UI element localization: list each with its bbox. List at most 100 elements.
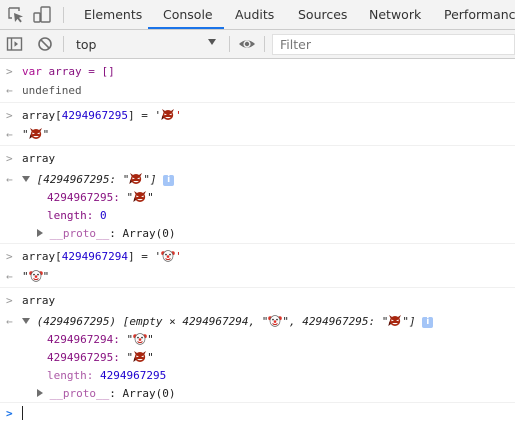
code-number: 4294967295: [61, 109, 128, 122]
clown-emoji-icon: [161, 249, 175, 262]
filter-field[interactable]: [272, 34, 515, 55]
console-entry: > array ← (4294967295) [empty × 42949672…: [0, 287, 515, 402]
quote-mark: ": [126, 333, 134, 346]
execution-context-select[interactable]: top: [66, 30, 226, 58]
code-text[interactable]: array[4294967295] = ' ': [22, 107, 182, 125]
tab-elements[interactable]: Elements: [84, 0, 142, 29]
property-key: 4294967294:: [47, 333, 120, 346]
property-key: 4294967295:: [47, 191, 120, 204]
console-prompt[interactable]: >: [0, 402, 515, 424]
tab-performance[interactable]: Performance: [444, 0, 515, 29]
summary-part: "]: [143, 173, 157, 186]
code-part: ] = ': [127, 250, 162, 263]
property-value: : Array(0): [109, 227, 176, 240]
text-caret: [22, 406, 23, 420]
summary-part: (4294967295) [empty × 4294967294, ": [36, 315, 269, 328]
tab-sources[interactable]: Sources: [298, 0, 347, 29]
console-entry: > var array = [] ← undefined: [0, 61, 515, 102]
object-summary-text: (4294967295) [empty × 4294967294, " ", 42…: [22, 313, 434, 331]
property-key: __proto__: [49, 227, 110, 240]
code-part: ': [175, 109, 182, 122]
result-arrow-icon: ←: [6, 270, 13, 283]
result-arrow-icon: ←: [6, 128, 13, 141]
expanded-triangle-icon[interactable]: [22, 176, 30, 182]
console-toolbar: top: [0, 30, 515, 59]
result-arrow-icon: ←: [6, 173, 13, 186]
active-tab-indicator: [148, 27, 224, 29]
code-part: array[: [22, 109, 62, 122]
input-prompt-icon: >: [6, 250, 13, 263]
input-prompt-icon: >: [6, 294, 13, 307]
quote-mark: ": [147, 351, 154, 364]
expanded-triangle-icon[interactable]: [22, 318, 30, 324]
quote-mark: ": [126, 351, 134, 364]
devil-emoji-icon: [129, 172, 143, 185]
toolbar-divider: [264, 36, 265, 52]
quote-mark: ": [22, 128, 29, 141]
result-arrow-icon: ←: [6, 84, 13, 97]
clear-console-icon[interactable]: [35, 34, 55, 54]
result-text[interactable]: " ": [22, 268, 49, 286]
devil-emoji-icon: [133, 190, 147, 203]
console-entry: > array ← [4294967295: " "] i 4294967295:…: [0, 145, 515, 243]
input-prompt-icon: >: [6, 152, 13, 165]
result-text[interactable]: undefined: [22, 82, 82, 100]
property-key: length:: [47, 209, 94, 222]
code-part: array[: [22, 250, 62, 263]
quote-mark: ": [42, 128, 50, 141]
object-summary-text: [4294967295: " "] i: [22, 171, 175, 189]
inspect-element-icon[interactable]: [6, 5, 26, 25]
quote-mark: ": [147, 333, 154, 346]
tab-audits[interactable]: Audits: [235, 0, 274, 29]
property-key: __proto__: [49, 387, 110, 400]
clown-emoji-icon: [268, 314, 282, 327]
prompt-input[interactable]: [22, 405, 23, 423]
device-toolbar-icon[interactable]: [32, 5, 52, 25]
code-part: ': [175, 250, 182, 263]
property-value: : Array(0): [109, 387, 176, 400]
property-value: 0: [99, 209, 107, 222]
info-icon[interactable]: i: [422, 317, 434, 328]
code-part: ] = ': [127, 109, 162, 122]
property-key: length:: [47, 369, 94, 382]
summary-part: [4294967295: ": [36, 173, 130, 186]
collapsed-triangle-icon[interactable]: [37, 229, 43, 237]
code-text[interactable]: array: [22, 292, 55, 310]
result-text[interactable]: " ": [22, 126, 49, 144]
prompt-chevron-icon: >: [6, 407, 13, 420]
filter-input[interactable]: [273, 35, 514, 54]
clown-emoji-icon: [29, 269, 43, 282]
code-rest: array = []: [48, 65, 115, 78]
summary-part: "]: [402, 315, 416, 328]
devil-emoji-icon: [133, 350, 147, 363]
code-text[interactable]: array: [22, 150, 55, 168]
quote-mark: ": [147, 191, 154, 204]
toolbar-divider: [229, 36, 230, 52]
console-entry: > array[4294967294] = ' ' ← " ": [0, 243, 515, 287]
input-prompt-icon: >: [6, 65, 13, 78]
summary-part: ", 4294967295: ": [282, 315, 389, 328]
code-number: 4294967294: [61, 250, 128, 263]
chevron-down-icon: [208, 39, 216, 45]
console-entry: > array[4294967295] = ' ' ← " ": [0, 102, 515, 145]
eye-icon[interactable]: [237, 34, 257, 54]
code-text[interactable]: var array = []: [22, 63, 115, 81]
collapsed-triangle-icon[interactable]: [37, 389, 43, 397]
clown-emoji-icon: [133, 332, 147, 345]
code-text[interactable]: array[4294967294] = ' ': [22, 248, 182, 266]
toolbar-divider: [63, 36, 64, 52]
tab-console[interactable]: Console: [163, 0, 213, 29]
quote-mark: ": [42, 270, 50, 283]
devil-emoji-icon: [161, 108, 175, 121]
tab-network[interactable]: Network: [369, 0, 421, 29]
execution-context-value: top: [76, 37, 97, 52]
result-arrow-icon: ←: [6, 315, 13, 328]
devil-emoji-icon: [29, 127, 43, 140]
quote-mark: ": [22, 270, 29, 283]
code-keyword: var: [22, 65, 42, 78]
input-prompt-icon: >: [6, 109, 13, 122]
devil-emoji-icon: [388, 314, 402, 327]
info-icon[interactable]: i: [163, 175, 175, 186]
show-console-sidebar-icon[interactable]: [5, 34, 25, 54]
quote-mark: ": [126, 191, 134, 204]
